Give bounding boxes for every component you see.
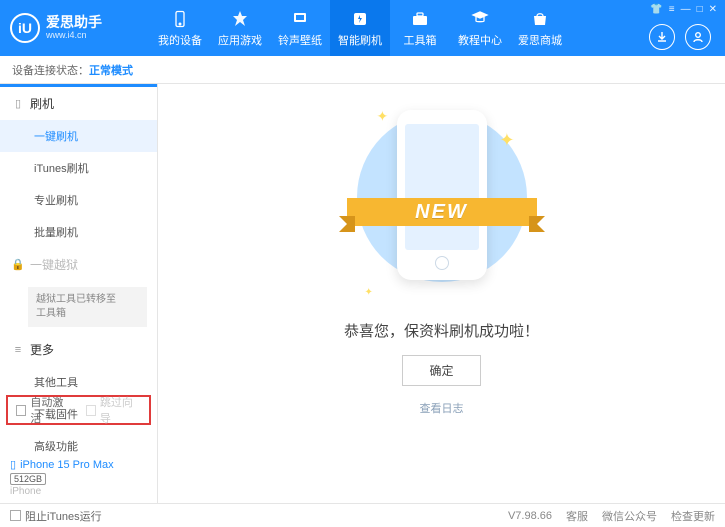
sidebar-group-more[interactable]: ≡ 更多 — [0, 333, 157, 366]
sidebar-group-flash[interactable]: ▯ 刷机 — [0, 87, 157, 120]
nav-toolbox[interactable]: 工具箱 — [390, 0, 450, 56]
apps-icon — [230, 9, 250, 29]
nav-store[interactable]: 爱思商城 — [510, 0, 570, 56]
success-message: 恭喜您，保资料刷机成功啦！ — [344, 320, 539, 341]
activation-options: 自动激活 跳过向导 — [6, 395, 151, 425]
nav-flash[interactable]: 智能刷机 — [330, 0, 390, 56]
success-illustration: ✦ ✦ ✦ NEW — [357, 102, 527, 302]
skin-icon[interactable]: 👕 — [650, 4, 662, 15]
download-button[interactable] — [649, 24, 675, 50]
device-status-bar: 设备连接状态： 正常模式 — [0, 56, 725, 84]
group-label: 一键越狱 — [30, 256, 78, 273]
connected-device[interactable]: ▯ iPhone 15 Pro Max 512GB iPhone — [10, 458, 114, 497]
menu-icon[interactable]: ≡ — [669, 4, 675, 15]
checkbox-auto-activate[interactable]: 自动激活 — [16, 394, 72, 426]
nav-label: 爱思商城 — [518, 32, 562, 48]
status-value: 正常模式 — [89, 62, 133, 78]
block-itunes-checkbox[interactable]: 阻止iTunes运行 — [10, 508, 102, 524]
sidebar-item-oneclick[interactable]: 一键刷机 — [0, 120, 157, 152]
device-storage: 512GB — [10, 473, 46, 485]
ok-button[interactable]: 确定 — [402, 355, 480, 386]
ringtone-icon — [290, 9, 310, 29]
phone-icon: ▯ — [12, 98, 24, 110]
brand-url: www.i4.cn — [46, 31, 102, 41]
block-itunes-label: 阻止iTunes运行 — [25, 508, 102, 524]
more-icon: ≡ — [12, 344, 24, 356]
jailbreak-moved-note: 越狱工具已转移至 工具箱 — [28, 287, 147, 327]
footer-support[interactable]: 客服 — [566, 508, 588, 524]
brand-name: 爱思助手 — [46, 15, 102, 30]
sidebar-group-jailbreak: 🔒 一键越狱 — [0, 248, 157, 281]
nav-label: 智能刷机 — [338, 32, 382, 48]
device-type: iPhone — [10, 486, 114, 497]
nav-label: 教程中心 — [458, 32, 502, 48]
tutorial-icon — [470, 9, 490, 29]
lock-icon: 🔒 — [12, 259, 24, 271]
sidebar-item-itunes[interactable]: iTunes刷机 — [0, 152, 157, 184]
nav-label: 铃声壁纸 — [278, 32, 322, 48]
store-icon — [530, 9, 550, 29]
sidebar-item-pro[interactable]: 专业刷机 — [0, 184, 157, 216]
close-icon[interactable]: ✕ — [709, 4, 717, 15]
footer-wechat[interactable]: 微信公众号 — [602, 508, 657, 524]
minimize-icon[interactable]: — — [681, 4, 691, 15]
sidebar-item-batch[interactable]: 批量刷机 — [0, 216, 157, 248]
nav-ringtone[interactable]: 铃声壁纸 — [270, 0, 330, 56]
version-label: V7.98.66 — [508, 510, 552, 522]
group-label: 刷机 — [30, 95, 54, 112]
checkbox-skip-setup: 跳过向导 — [86, 394, 142, 426]
nav-label: 我的设备 — [158, 32, 202, 48]
nav-tutorial[interactable]: 教程中心 — [450, 0, 510, 56]
maximize-icon[interactable]: □ — [697, 4, 703, 15]
user-button[interactable] — [685, 24, 711, 50]
logo-badge: iU — [10, 13, 40, 43]
group-label: 更多 — [30, 341, 54, 358]
footer-update[interactable]: 检查更新 — [671, 508, 715, 524]
view-log-link[interactable]: 查看日志 — [420, 400, 464, 416]
nav-label: 工具箱 — [404, 32, 437, 48]
phone-small-icon: ▯ — [10, 458, 16, 471]
app-logo: iU 爱思助手 www.i4.cn — [10, 13, 150, 43]
ribbon-new: NEW — [347, 198, 537, 226]
status-label: 设备连接状态： — [12, 62, 89, 78]
nav-label: 应用游戏 — [218, 32, 262, 48]
device-icon — [170, 9, 190, 29]
flash-icon — [350, 9, 370, 29]
nav-my-device[interactable]: 我的设备 — [150, 0, 210, 56]
toolbox-icon — [410, 9, 430, 29]
nav-apps[interactable]: 应用游戏 — [210, 0, 270, 56]
device-name: iPhone 15 Pro Max — [20, 459, 114, 471]
